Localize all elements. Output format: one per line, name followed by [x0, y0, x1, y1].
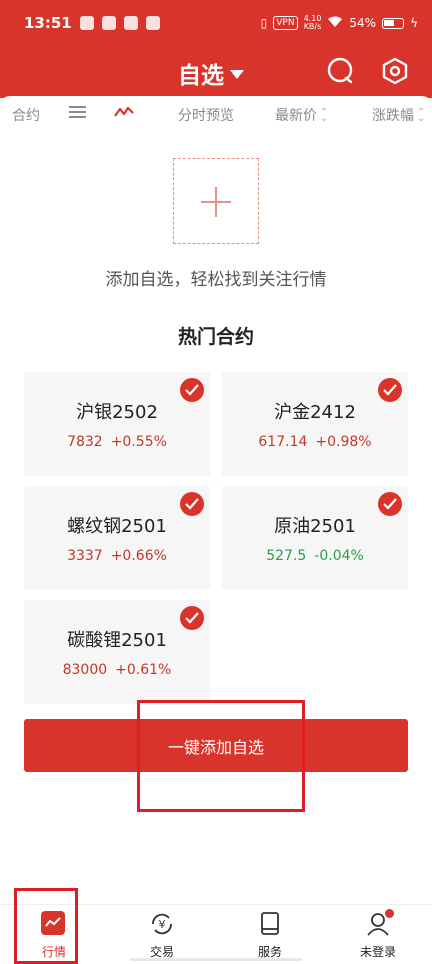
contract-card[interactable]: 碳酸锂2501 83000 +0.61%	[24, 600, 210, 704]
contract-change: +0.98%	[315, 434, 372, 450]
column-header-bar: 合约 分时预览 最新价 ⌃ ⌄ 涨跌幅 ⌃ ⌄	[0, 96, 432, 132]
contract-quote: 3337 +0.66%	[24, 548, 210, 564]
contract-change: +0.61%	[115, 662, 172, 678]
contract-name: 螺纹钢2501	[67, 516, 167, 537]
checkmark-icon[interactable]	[378, 492, 402, 516]
notification-icon	[145, 16, 160, 30]
sort-icon: ⌃ ⌄	[320, 107, 329, 124]
notification-icon	[101, 16, 116, 30]
network-speed: 4.10 KB/s	[303, 14, 322, 31]
contract-change: +0.55%	[110, 434, 167, 450]
contract-card[interactable]: 螺纹钢2501 3337 +0.66%	[24, 486, 210, 590]
contract-quote: 527.5 -0.04%	[222, 548, 408, 564]
contract-name: 沪银2502	[76, 402, 158, 423]
empty-state-text: 添加自选，轻松找到关注行情	[105, 270, 327, 290]
status-time: 13:51	[24, 14, 72, 32]
contract-price: 3337	[67, 548, 103, 564]
wifi-icon	[327, 16, 343, 31]
charging-icon: ϟ	[410, 16, 418, 30]
contract-card[interactable]: 沪金2412 617.14 +0.98%	[222, 372, 408, 476]
home-indicator	[130, 958, 302, 961]
status-bar: 13:51 ▯ VPN 4.10 KB/s 54% ϟ	[0, 0, 432, 46]
page-title: 自选	[178, 63, 224, 89]
settings-hexagon-icon[interactable]	[380, 56, 410, 86]
market-icon	[41, 911, 67, 937]
title-bar: 自选	[0, 46, 432, 98]
contract-price: 83000	[62, 662, 108, 678]
column-last-price[interactable]: 最新价 ⌃ ⌄	[275, 105, 328, 125]
notification-icon	[123, 16, 138, 30]
nav-account[interactable]: 未登录	[324, 905, 432, 964]
column-contract[interactable]: 合约	[12, 105, 40, 125]
contract-change: +0.66%	[110, 548, 167, 564]
svg-text:¥: ¥	[159, 918, 166, 931]
bottom-navigation: 行情 ¥ 交易 服务 未登录	[0, 904, 432, 964]
list-icon[interactable]	[68, 104, 88, 124]
contract-quote: 617.14 +0.98%	[222, 434, 408, 450]
nav-market[interactable]: 行情	[0, 905, 108, 964]
vpn-badge: VPN	[273, 16, 298, 30]
nav-label: 未登录	[359, 945, 396, 959]
checkmark-icon[interactable]	[180, 492, 204, 516]
contract-name: 碳酸锂2501	[67, 630, 167, 651]
sort-icon: ⌃ ⌄	[417, 107, 426, 124]
add-watchlist-button[interactable]	[173, 158, 259, 244]
notification-icon	[79, 16, 94, 30]
contract-price: 7832	[67, 434, 103, 450]
app-header: 13:51 ▯ VPN 4.10 KB/s 54% ϟ 自选	[0, 0, 432, 98]
contract-price: 527.5	[266, 548, 307, 564]
chevron-down-icon	[230, 69, 244, 79]
add-all-to-watchlist-button[interactable]: 一键添加自选	[24, 719, 408, 772]
book-icon	[257, 911, 283, 937]
contract-price: 617.14	[258, 434, 308, 450]
contract-card[interactable]: 原油2501 527.5 -0.04%	[222, 486, 408, 590]
contract-quote: 7832 +0.55%	[24, 434, 210, 450]
checkmark-icon[interactable]	[180, 378, 204, 402]
contract-name: 原油2501	[274, 516, 356, 537]
hot-contracts-title: 热门合约	[177, 326, 254, 348]
nav-label: 行情	[41, 945, 66, 959]
user-icon	[365, 909, 394, 937]
column-change-pct[interactable]: 涨跌幅 ⌃ ⌄	[372, 105, 425, 125]
vibrate-icon: ▯	[260, 16, 268, 30]
notification-badge	[385, 909, 394, 918]
checkmark-icon[interactable]	[180, 606, 204, 630]
watchlist-group-selector[interactable]: 自选	[178, 56, 244, 90]
trend-icon[interactable]	[113, 104, 135, 124]
nav-service[interactable]: 服务	[216, 905, 324, 964]
checkmark-icon[interactable]	[378, 378, 402, 402]
nav-trade[interactable]: ¥ 交易	[108, 905, 216, 964]
contract-change: -0.04%	[314, 548, 364, 564]
contract-quote: 83000 +0.61%	[24, 662, 210, 678]
contract-card[interactable]: 沪银2502 7832 +0.55%	[24, 372, 210, 476]
contract-name: 沪金2412	[274, 402, 356, 423]
search-icon[interactable]	[326, 56, 356, 86]
column-timeshare-preview[interactable]: 分时预览	[178, 105, 234, 125]
battery-percent: 54%	[349, 16, 377, 30]
yuan-exchange-icon: ¥	[149, 911, 175, 937]
battery-icon	[382, 17, 405, 29]
